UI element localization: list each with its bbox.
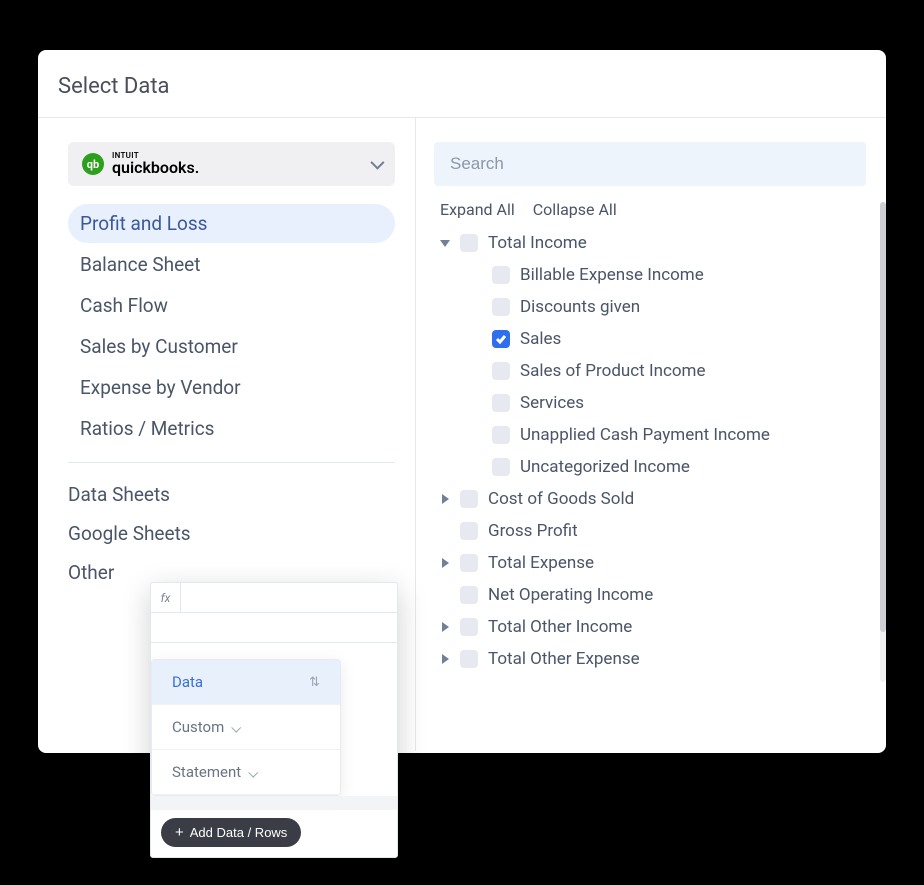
report-list: Profit and LossBalance SheetCash FlowSal… [68,204,395,448]
tree-label: Services [520,393,584,413]
caret-right-icon[interactable] [440,654,450,664]
tree-label: Gross Profit [488,521,578,541]
tree-row[interactable]: Sales [434,323,864,355]
tree-row[interactable]: Billable Expense Income [434,259,864,291]
tree-label: Cost of Goods Sold [488,489,634,509]
caret-right-icon[interactable] [440,558,450,568]
search-input[interactable] [434,142,866,186]
report-item[interactable]: Profit and Loss [68,204,395,243]
checkbox[interactable] [492,458,510,476]
tree-label: Total Other Income [488,617,632,637]
data-source-dropdown[interactable]: qb INTUIT quickbooks. [68,142,395,186]
formula-bar: fx [151,583,397,613]
tree-label: Sales [520,329,561,349]
tree-label: Net Operating Income [488,585,653,605]
tree-label: Sales of Product Income [520,361,705,381]
checkbox[interactable] [460,618,478,636]
tree-row[interactable]: Total Income [434,227,864,259]
row-type-menu-item[interactable]: Custom [152,705,340,750]
checkbox[interactable] [492,298,510,316]
checkbox[interactable] [492,266,510,284]
caret-down-icon[interactable] [440,238,450,248]
tree-row[interactable]: Uncategorized Income [434,451,864,483]
row-type-menu: Data ⇅ Custom Statement [151,659,341,796]
report-item[interactable]: Ratios / Metrics [68,409,395,448]
panel-header: Select Data [38,50,886,118]
chevron-down-icon [231,723,241,733]
divider [68,462,395,463]
scrollbar[interactable] [880,202,886,682]
checkbox[interactable] [492,330,510,348]
tree-label: Total Expense [488,553,594,573]
menu-item-label: Custom [172,718,239,736]
tree-label: Total Other Expense [488,649,640,669]
checkbox[interactable] [492,362,510,380]
tree-row[interactable]: Total Expense [434,547,864,579]
tree-row[interactable]: Services [434,387,864,419]
tree-row[interactable]: Gross Profit [434,515,864,547]
add-button-label: Add Data / Rows [190,825,288,840]
tree-actions: Expand All Collapse All [434,200,876,219]
report-item[interactable]: Expense by Vendor [68,368,395,407]
tree-label: Billable Expense Income [520,265,704,285]
report-item[interactable]: Cash Flow [68,286,395,325]
expand-all-button[interactable]: Expand All [440,200,515,219]
checkbox[interactable] [460,554,478,572]
collapse-all-button[interactable]: Collapse All [533,200,617,219]
tree-row[interactable]: Total Other Expense [434,643,864,675]
tree-row[interactable]: Cost of Goods Sold [434,483,864,515]
report-item[interactable]: Balance Sheet [68,245,395,284]
grid-footer [151,796,397,810]
chevron-down-icon [248,768,258,778]
checkbox[interactable] [492,394,510,412]
right-column: Expand All Collapse All Total Income Bill… [416,118,886,751]
checkbox[interactable] [460,234,478,252]
checkbox[interactable] [460,522,478,540]
checkbox[interactable] [460,586,478,604]
tree-label: Total Income [488,233,587,253]
report-item[interactable]: Sales by Customer [68,327,395,366]
tree-label: Discounts given [520,297,640,317]
checkbox[interactable] [492,426,510,444]
row-type-menu-item[interactable]: Data ⇅ [152,660,340,705]
add-data-rows-button[interactable]: + Add Data / Rows [161,818,301,847]
tree-row[interactable]: Net Operating Income [434,579,864,611]
chevron-down-icon [370,156,384,170]
fx-icon: fx [151,583,181,612]
source-item[interactable]: Google Sheets [68,514,395,553]
external-source-list: Data SheetsGoogle SheetsOther [68,475,395,592]
brand-line2: quickbooks. [112,160,199,176]
row-type-popup: fx Data ⇅ Custom Statement + Add Data / Ro… [150,582,398,858]
plus-icon: + [175,825,184,840]
tree-label: Uncategorized Income [520,457,690,477]
checkbox[interactable] [460,650,478,668]
tree-row[interactable]: Total Other Income [434,611,864,643]
blank-row [151,613,397,643]
caret-right-icon[interactable] [440,622,450,632]
account-tree: Total Income Billable Expense Income Disco… [434,227,876,675]
hierarchy-icon: ⇅ [309,675,320,690]
quickbooks-icon: qb [82,153,104,175]
tree-row[interactable]: Sales of Product Income [434,355,864,387]
quickbooks-logo: qb INTUIT quickbooks. [82,152,199,176]
caret-right-icon[interactable] [440,494,450,504]
formula-input[interactable] [181,583,397,612]
tree-label: Unapplied Cash Payment Income [520,425,770,445]
menu-item-label: Statement [172,763,256,781]
row-type-menu-item[interactable]: Statement [152,750,340,795]
panel-title: Select Data [58,74,866,99]
menu-item-label: Data [172,673,203,691]
tree-row[interactable]: Discounts given [434,291,864,323]
source-item[interactable]: Data Sheets [68,475,395,514]
tree-row[interactable]: Unapplied Cash Payment Income [434,419,864,451]
scrollbar-thumb[interactable] [880,202,886,632]
checkbox[interactable] [460,490,478,508]
